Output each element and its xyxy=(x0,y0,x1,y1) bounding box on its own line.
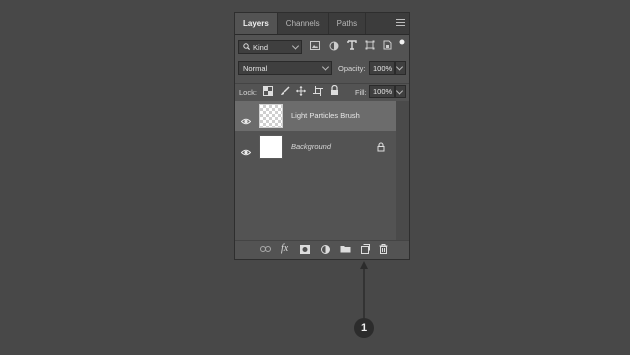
layer-name[interactable]: Light Particles Brush xyxy=(291,111,360,120)
layer-row-light-particles-brush[interactable]: Light Particles Brush xyxy=(235,101,396,131)
lock-icon[interactable] xyxy=(377,142,385,152)
chevron-down-icon xyxy=(291,42,300,50)
layer-name[interactable]: Background xyxy=(291,142,331,151)
panel-tab-bar: Layers Channels Paths xyxy=(235,13,409,35)
fill-input[interactable]: 100% xyxy=(369,85,395,98)
filter-row: Kind xyxy=(235,38,409,56)
chevron-down-icon xyxy=(395,63,404,71)
opacity-dropdown-button[interactable] xyxy=(395,61,406,75)
eye-icon[interactable] xyxy=(240,112,252,130)
filter-toggle-icon[interactable] xyxy=(399,39,405,45)
smart-object-filter-icon[interactable] xyxy=(383,40,392,50)
group-folder-icon[interactable] xyxy=(340,245,351,253)
layers-list: Light Particles Brush Background xyxy=(235,101,396,249)
lock-artboard-icon[interactable] xyxy=(313,86,323,96)
filter-kind-label: Kind xyxy=(253,42,269,52)
lock-all-icon[interactable] xyxy=(330,85,339,96)
blend-mode-select[interactable]: Normal xyxy=(238,61,332,75)
layer-thumbnail xyxy=(259,104,283,128)
filter-kind-select[interactable]: Kind xyxy=(238,40,302,54)
search-icon xyxy=(243,42,251,52)
link-icon[interactable] xyxy=(260,246,271,252)
lock-transparent-pixels-icon[interactable] xyxy=(263,86,273,96)
blend-row: Normal Opacity: 100% xyxy=(235,61,409,77)
eye-icon[interactable] xyxy=(240,143,252,161)
lock-row: Lock: Fill: 100% xyxy=(235,83,409,102)
lock-label: Lock: xyxy=(239,88,257,97)
panel-menu-icon[interactable] xyxy=(396,19,405,27)
opacity-label: Opacity: xyxy=(338,64,366,73)
callout-arrow xyxy=(360,261,368,318)
fill-label: Fill: xyxy=(355,88,367,97)
new-layer-icon[interactable] xyxy=(360,244,370,254)
tab-channels[interactable]: Channels xyxy=(278,13,329,34)
type-filter-icon[interactable] xyxy=(347,40,357,50)
pixel-filter-icon[interactable] xyxy=(310,41,320,50)
tab-layers[interactable]: Layers xyxy=(235,13,278,34)
blend-mode-value: Normal xyxy=(243,63,268,73)
shape-filter-icon[interactable] xyxy=(365,40,375,50)
adjustment-icon[interactable] xyxy=(321,245,330,254)
opacity-input[interactable]: 100% xyxy=(369,61,395,75)
layer-row-background[interactable]: Background xyxy=(235,132,396,162)
fill-dropdown-button[interactable] xyxy=(395,85,406,98)
layers-panel: Layers Channels Paths Kind Normal Opacit… xyxy=(234,12,410,260)
tab-paths[interactable]: Paths xyxy=(329,13,367,34)
callout-badge: 1 xyxy=(354,318,374,338)
layers-scrollbar[interactable] xyxy=(396,101,409,249)
lock-position-icon[interactable] xyxy=(296,86,306,96)
chevron-down-icon xyxy=(321,63,330,71)
lock-image-pixels-icon[interactable] xyxy=(280,86,290,96)
layers-footer-toolbar: fx xyxy=(235,240,409,259)
layer-thumbnail xyxy=(259,135,283,159)
chevron-down-icon xyxy=(395,86,404,95)
trash-icon[interactable] xyxy=(379,244,388,254)
adjustment-filter-icon[interactable] xyxy=(329,41,339,51)
mask-icon[interactable] xyxy=(300,245,310,254)
fx-icon[interactable]: fx xyxy=(281,243,288,254)
